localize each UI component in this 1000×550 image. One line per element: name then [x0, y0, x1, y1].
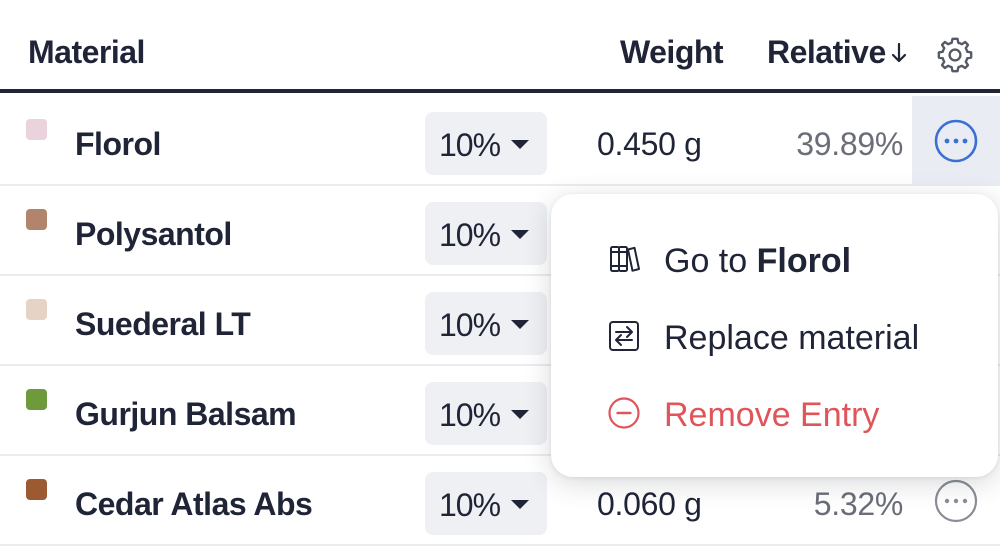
percent-dropdown[interactable]: 10% — [425, 472, 547, 535]
caret-down-icon — [511, 140, 529, 149]
column-header-relative[interactable]: Relative — [767, 34, 886, 71]
arrow-down-icon[interactable] — [888, 40, 910, 66]
menu-item-label: Replace material — [664, 319, 920, 357]
percent-dropdown[interactable]: 10% — [425, 202, 547, 265]
menu-item-go-to[interactable]: Go to Florol — [551, 224, 998, 294]
table-header: Material Weight Relative — [0, 0, 1000, 93]
row-actions-menu: Go to Florol Replace material Remove Ent… — [551, 194, 998, 477]
color-swatch — [26, 119, 47, 140]
minus-circle-icon — [608, 397, 640, 429]
weight-value: 0.060 g — [597, 486, 702, 522]
menu-item-label: Go to Florol — [664, 242, 851, 281]
books-icon — [610, 246, 640, 272]
menu-item-label: Remove Entry — [664, 396, 880, 434]
color-swatch — [26, 299, 47, 320]
more-options-icon[interactable] — [933, 118, 979, 164]
percent-value: 10% — [439, 397, 501, 433]
table-row[interactable]: Florol 10% 0.450 g 39.89% — [0, 96, 1000, 186]
row-actions-cell[interactable] — [912, 96, 1000, 186]
material-name[interactable]: Suederal LT — [75, 306, 251, 343]
menu-item-replace[interactable]: Replace material — [551, 301, 998, 371]
percent-value: 10% — [439, 307, 501, 343]
gear-icon[interactable] — [936, 36, 974, 74]
relative-value: 5.32% — [813, 486, 904, 522]
percent-value: 10% — [439, 127, 501, 163]
material-name[interactable]: Florol — [75, 126, 161, 163]
color-swatch — [26, 479, 47, 500]
column-header-weight[interactable]: Weight — [620, 34, 724, 71]
percent-dropdown[interactable]: 10% — [425, 382, 547, 445]
menu-item-remove[interactable]: Remove Entry — [551, 378, 998, 448]
column-header-material[interactable]: Material — [28, 34, 145, 71]
percent-value: 10% — [439, 487, 501, 523]
material-name[interactable]: Polysantol — [75, 216, 232, 253]
relative-value: 39.89% — [796, 126, 903, 162]
caret-down-icon — [511, 230, 529, 239]
go-to-prefix: Go to — [664, 242, 757, 280]
caret-down-icon — [511, 320, 529, 329]
weight-value: 0.450 g — [597, 126, 702, 162]
more-options-icon[interactable] — [933, 478, 979, 524]
color-swatch — [26, 209, 47, 230]
material-name[interactable]: Gurjun Balsam — [75, 396, 297, 433]
materials-table: Material Weight Relative Florol 10% 0.45… — [0, 0, 1000, 550]
swap-icon — [609, 321, 639, 351]
percent-dropdown[interactable]: 10% — [425, 112, 547, 175]
go-to-target: Florol — [756, 242, 852, 280]
color-swatch — [26, 389, 47, 410]
material-name[interactable]: Cedar Atlas Abs — [75, 486, 313, 523]
caret-down-icon — [511, 410, 529, 419]
caret-down-icon — [511, 500, 529, 509]
percent-dropdown[interactable]: 10% — [425, 292, 547, 355]
percent-value: 10% — [439, 217, 501, 253]
